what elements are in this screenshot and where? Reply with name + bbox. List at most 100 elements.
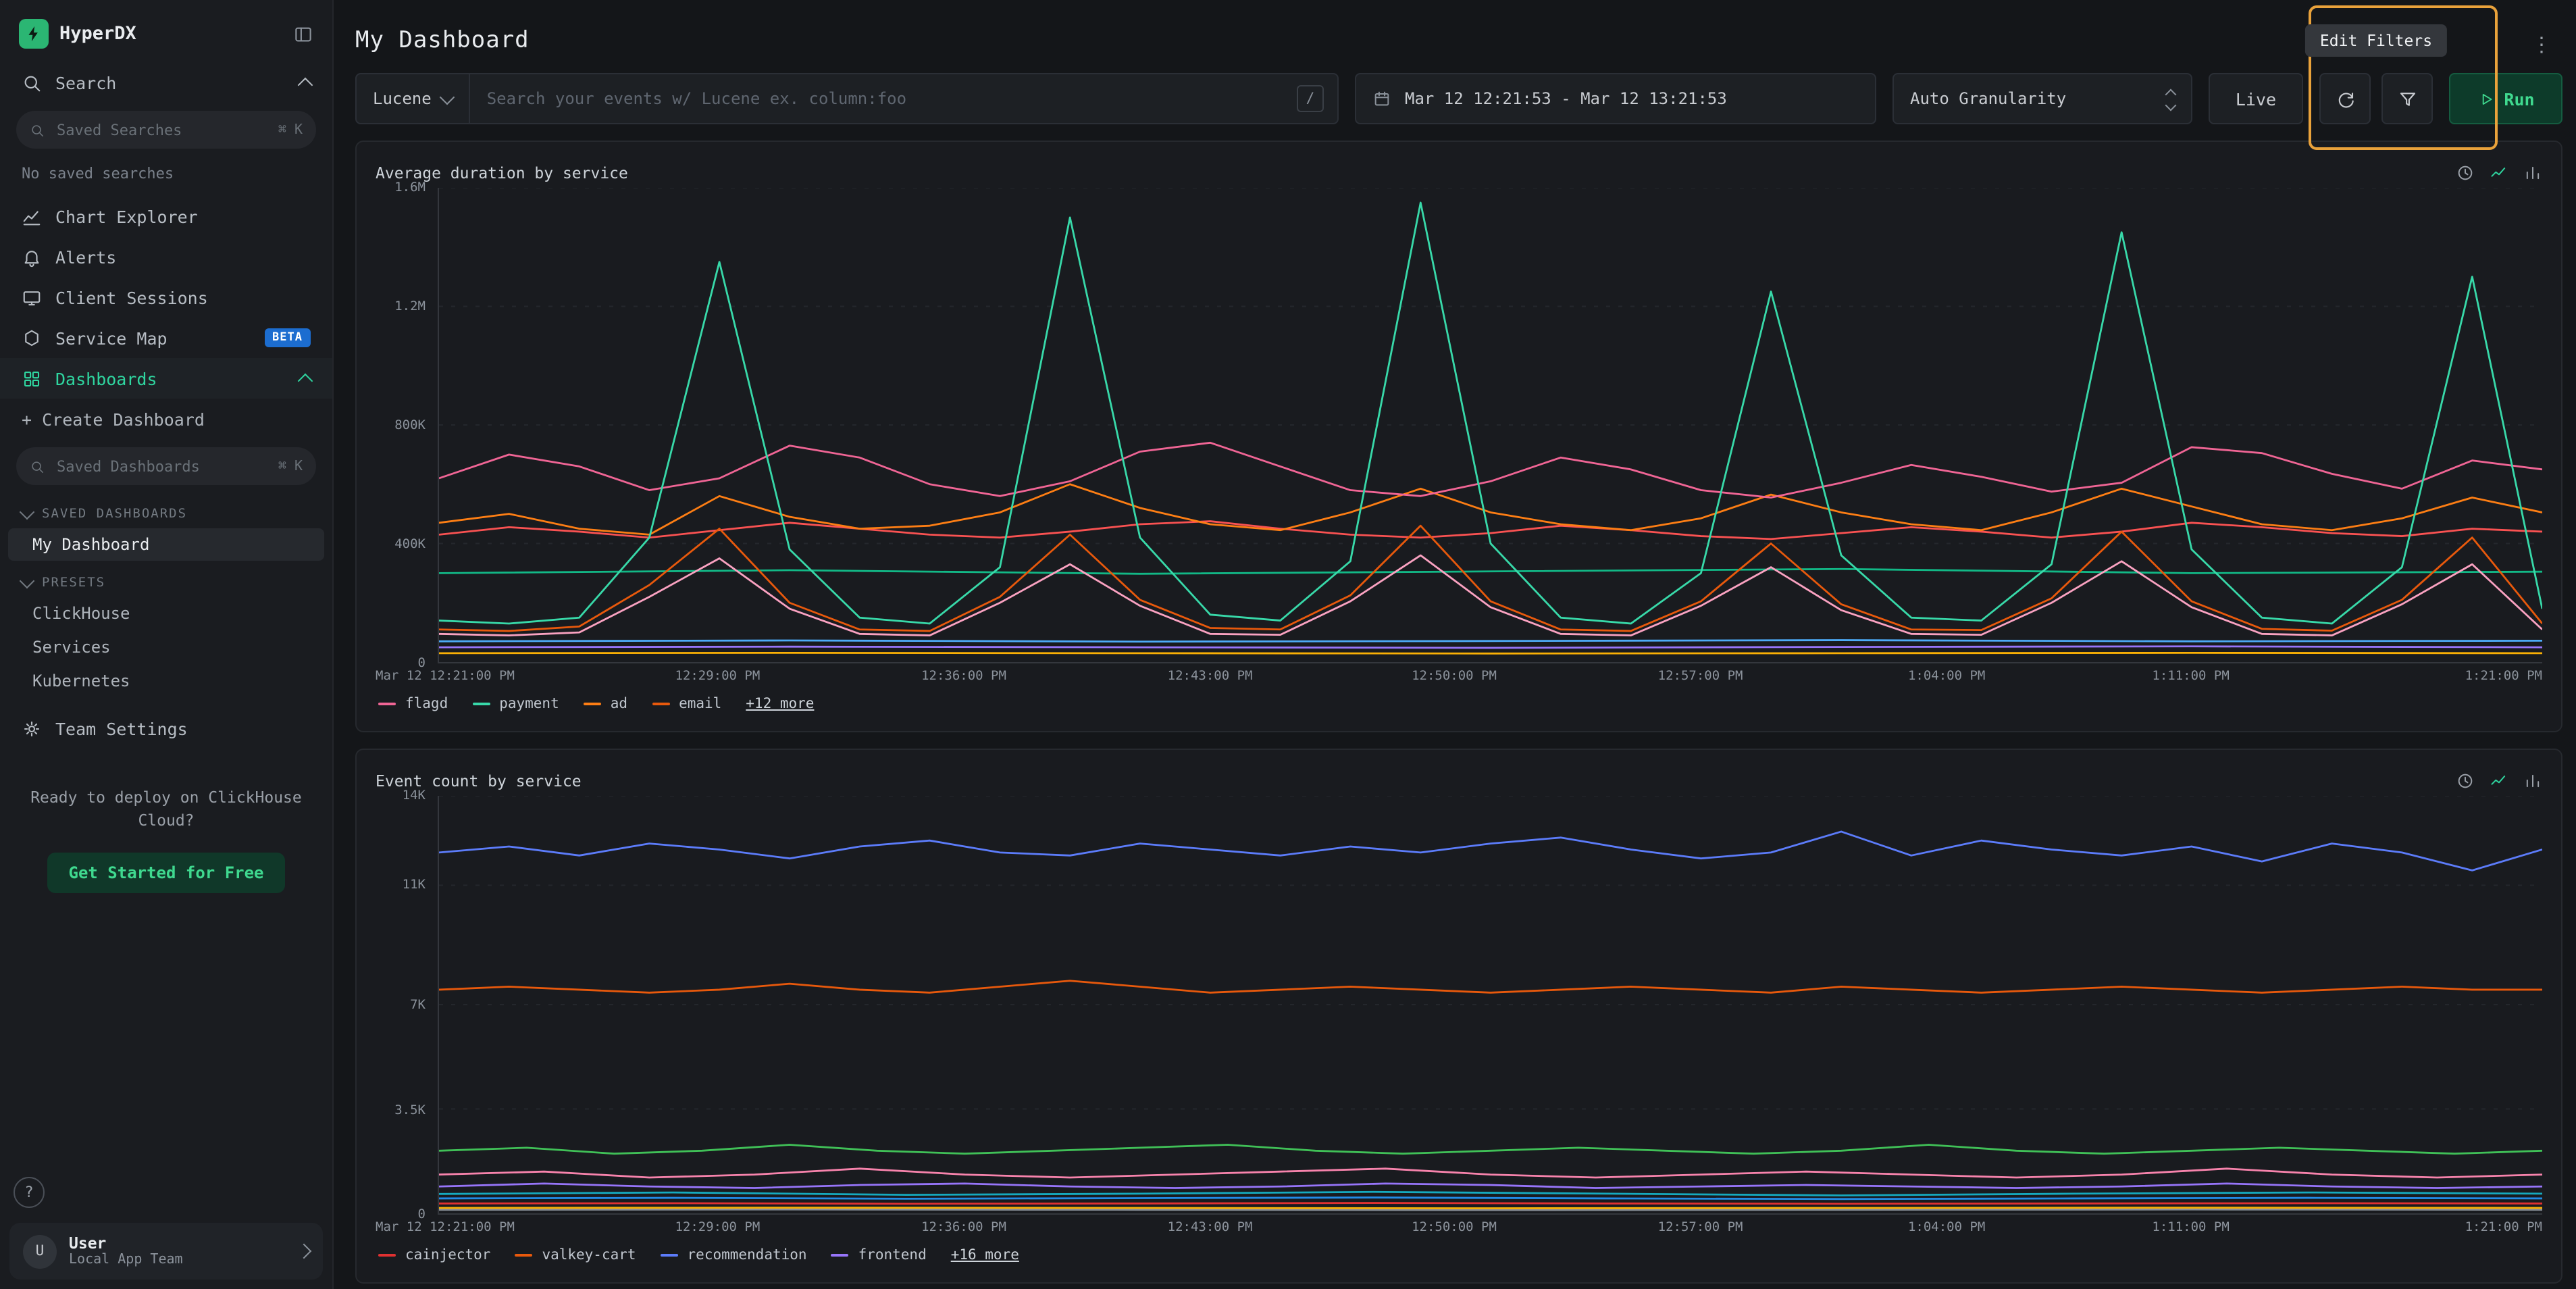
gear-icon: [22, 718, 42, 738]
plot-area[interactable]: [438, 796, 2542, 1215]
logo-row: HyperDX: [0, 0, 332, 62]
series-line-other-6: [439, 1144, 2542, 1153]
saved-searches-field[interactable]: [54, 120, 269, 140]
app-name: HyperDX: [59, 23, 282, 45]
legend-item-flagd[interactable]: flagd: [378, 696, 448, 712]
saved-dashboards-field[interactable]: [54, 456, 269, 476]
line-chart-icon[interactable]: [2490, 163, 2508, 182]
y-tick-label: 1.2M: [394, 299, 426, 314]
create-dashboard-label: + Create Dashboard: [22, 409, 205, 429]
dashboard-menu-icon[interactable]: ⋮: [2531, 32, 2552, 57]
live-button[interactable]: Live: [2209, 73, 2303, 124]
x-tick-label: 1:21:00 PM: [2465, 669, 2542, 684]
legend-item-frontend[interactable]: frontend: [831, 1247, 927, 1263]
user-name: User: [69, 1233, 286, 1253]
sidebar-item-service-map[interactable]: Service Map BETA: [0, 318, 332, 358]
sidebar-item-alerts[interactable]: Alerts: [0, 236, 332, 277]
legend-label: payment: [499, 696, 559, 712]
y-tick-label: 11K: [403, 878, 426, 893]
x-tick-label: 12:29:00 PM: [675, 669, 760, 684]
chart: 0400K800K1.2M1.6M Mar 12 12:21:00 PM12:2…: [376, 188, 2542, 717]
bar-chart-icon[interactable]: [2523, 163, 2542, 182]
grid-icon: [22, 368, 42, 388]
x-tick-label: 12:36:00 PM: [921, 669, 1006, 684]
search-icon: [30, 122, 45, 137]
x-tick-label: 12:50:00 PM: [1412, 1220, 1497, 1235]
get-started-button[interactable]: Get Started for Free: [47, 852, 286, 892]
granularity-select[interactable]: Auto Granularity: [1892, 73, 2192, 124]
legend-item-email[interactable]: email: [652, 696, 721, 712]
line-chart-icon[interactable]: [2490, 772, 2508, 790]
presets-section-header[interactable]: PRESETS: [0, 562, 332, 596]
bar-chart-icon[interactable]: [2523, 772, 2542, 790]
filter-bar: Lucene / Mar 12 12:21:53 - Mar 12 13:21:…: [355, 73, 2562, 124]
main-content: My Dashboard ⋮ Lucene / Mar 12 12:21:53 …: [332, 0, 2576, 1289]
refresh-button[interactable]: [2319, 73, 2371, 124]
search-icon: [22, 72, 42, 93]
legend-item-payment[interactable]: payment: [472, 696, 559, 712]
section-label: SAVED DASHBOARDS: [42, 507, 187, 522]
saved-searches-input[interactable]: ⌘ K: [16, 111, 316, 149]
app-window: HyperDX Search ⌘ K No saved searches Cha…: [0, 0, 2576, 1289]
preset-clickhouse[interactable]: ClickHouse: [8, 597, 324, 630]
legend-item-valkey-cart[interactable]: valkey-cart: [515, 1247, 636, 1263]
x-tick-label: 12:29:00 PM: [675, 1220, 760, 1235]
legend: cainjector valkey-cart recommendation front…: [376, 1242, 2542, 1269]
edit-filters-button[interactable]: [2381, 73, 2433, 124]
clock-icon[interactable]: [2456, 772, 2475, 790]
query-language-select[interactable]: Lucene: [357, 74, 471, 123]
slash-shortcut-hint: /: [1297, 85, 1324, 112]
sidebar-item-client-sessions[interactable]: Client Sessions: [0, 277, 332, 318]
preset-services[interactable]: Services: [8, 631, 324, 663]
run-label: Run: [2504, 89, 2534, 109]
bell-icon: [22, 247, 42, 267]
x-tick-label: 12:57:00 PM: [1658, 1220, 1743, 1235]
preset-kubernetes[interactable]: Kubernetes: [8, 665, 324, 697]
sidebar-collapse-icon[interactable]: [293, 24, 313, 44]
no-saved-searches-text: No saved searches: [0, 157, 332, 196]
legend-item-ad[interactable]: ad: [584, 696, 627, 712]
legend-swatch: [831, 1254, 849, 1257]
saved-dashboard-my-dashboard[interactable]: My Dashboard: [8, 528, 324, 561]
chevron-down-icon: [440, 89, 455, 105]
x-tick-label: 12:50:00 PM: [1412, 669, 1497, 684]
run-button[interactable]: Run: [2449, 73, 2562, 124]
create-dashboard-button[interactable]: + Create Dashboard: [0, 399, 332, 439]
x-tick-label: 1:04:00 PM: [1908, 669, 1985, 684]
time-range-picker[interactable]: Mar 12 12:21:53 - Mar 12 13:21:53: [1355, 73, 1876, 124]
nav-label: Service Map: [55, 328, 168, 348]
nav-label: Dashboards: [55, 368, 157, 388]
filter-actions-group: Edit Filters: [2319, 73, 2433, 124]
series-line-cainjector: [439, 1203, 2542, 1204]
legend-item-cainjector[interactable]: cainjector: [378, 1247, 490, 1263]
refresh-icon: [2335, 89, 2355, 109]
edit-filters-tooltip: Edit Filters: [2305, 24, 2447, 57]
chart: 03.5K7K11K14K Mar 12 12:21:00 PM12:29:00…: [376, 796, 2542, 1269]
tile-title: Average duration by service: [376, 163, 2456, 182]
funnel-icon: [2397, 89, 2417, 109]
legend-more-link[interactable]: +12 more: [746, 696, 814, 712]
legend-item-recommendation[interactable]: recommendation: [661, 1247, 807, 1263]
saved-dashboards-input[interactable]: ⌘ K: [16, 447, 316, 485]
sidebar-item-chart-explorer[interactable]: Chart Explorer: [0, 196, 332, 236]
user-team: Local App Team: [69, 1253, 286, 1269]
chevron-up-icon: [298, 78, 313, 93]
x-tick-label: 1:21:00 PM: [2465, 1220, 2542, 1235]
x-tick-label: 12:43:00 PM: [1168, 669, 1253, 684]
sidebar-item-search[interactable]: Search: [0, 62, 332, 103]
clock-icon[interactable]: [2456, 163, 2475, 182]
monitor-icon: [22, 287, 42, 307]
saved-dashboards-section-header[interactable]: SAVED DASHBOARDS: [0, 493, 332, 527]
user-menu[interactable]: U User Local App Team: [9, 1223, 323, 1280]
sidebar-item-dashboards[interactable]: Dashboards: [0, 358, 332, 399]
plot-area[interactable]: [438, 188, 2542, 663]
y-tick-label: 14K: [403, 788, 426, 803]
event-search-input[interactable]: [471, 89, 1297, 108]
shortcut-hint: ⌘ K: [278, 459, 303, 474]
legend-more-link[interactable]: +16 more: [951, 1247, 1019, 1263]
legend-label: frontend: [858, 1247, 927, 1263]
legend-swatch: [378, 703, 396, 705]
dashboard-tile-avg-duration: Average duration by service 0400K800K1.2…: [355, 141, 2562, 732]
sidebar-item-team-settings[interactable]: Team Settings: [0, 708, 332, 749]
help-icon[interactable]: ?: [14, 1177, 45, 1208]
